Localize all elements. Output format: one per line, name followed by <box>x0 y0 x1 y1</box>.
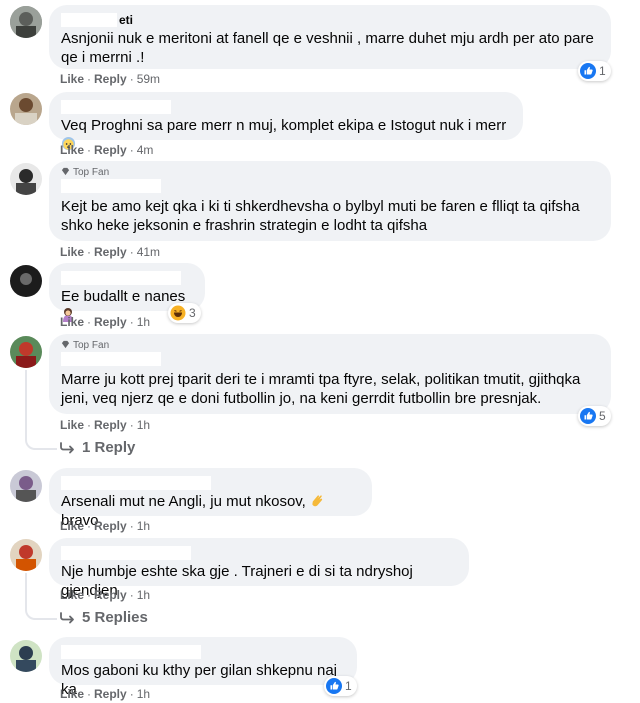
reply-button[interactable]: Reply <box>94 687 127 701</box>
comment-actions: Like · Reply · 1h <box>60 687 151 701</box>
comment-author[interactable] <box>61 546 457 560</box>
reaction-count[interactable]: 1 <box>324 676 357 696</box>
comment-author[interactable] <box>61 100 511 114</box>
like-icon <box>326 678 342 694</box>
avatar[interactable] <box>10 539 42 571</box>
comment-time[interactable]: 1h <box>137 687 150 701</box>
comment-bubble: Mos gaboni ku kthy per gilan shkepnu naj… <box>49 637 357 698</box>
like-button[interactable]: Like <box>60 143 84 157</box>
comment-time[interactable]: 1h <box>137 418 150 432</box>
reaction-count[interactable]: 5 <box>578 406 611 426</box>
comment-actions: Like · Reply · 1h <box>60 315 151 329</box>
reply-button[interactable]: Reply <box>94 72 127 86</box>
reply-button[interactable]: Reply <box>94 245 127 259</box>
like-icon <box>580 408 596 424</box>
like-button[interactable]: Like <box>60 418 84 432</box>
comment-actions: Like · Reply · 1h <box>60 519 151 533</box>
comment-author[interactable] <box>61 645 345 659</box>
comment-time[interactable]: 1h <box>137 519 150 533</box>
like-button[interactable]: Like <box>60 588 84 602</box>
comment-time[interactable]: 1h <box>137 588 150 602</box>
comment-text: Kejt be amo kejt qka i ki ti shkerdhevsh… <box>61 198 580 234</box>
comment-actions: Like · Reply · 59m <box>60 72 161 86</box>
comment-bubble: Top Fan Marre ju kott prej tparit deri t… <box>49 334 611 414</box>
comment-time[interactable]: 4m <box>137 143 154 157</box>
like-button[interactable]: Like <box>60 72 84 86</box>
like-button[interactable]: Like <box>60 687 84 701</box>
comment-actions: Like · Reply · 41m <box>60 245 161 259</box>
comment-author[interactable] <box>61 352 599 366</box>
comment-bubble: Nje humbje eshte ska gje . Trajneri e di… <box>49 538 469 599</box>
avatar[interactable] <box>10 336 42 368</box>
avatar[interactable] <box>10 470 42 502</box>
comment-time[interactable]: 1h <box>137 315 150 329</box>
haha-icon <box>170 305 186 321</box>
thread-line <box>25 573 57 620</box>
avatar[interactable] <box>10 640 42 672</box>
comment-actions: Like · Reply · 1h <box>60 588 151 602</box>
like-icon <box>580 63 596 79</box>
comment-author[interactable] <box>61 179 599 193</box>
comment-time[interactable]: 59m <box>137 72 160 86</box>
reply-button[interactable]: Reply <box>94 519 127 533</box>
comment-author[interactable]: eti <box>61 13 599 27</box>
like-button[interactable]: Like <box>60 315 84 329</box>
comment-bubble: eti Asnjonii nuk e meritoni at fanell qe… <box>49 5 611 69</box>
comment-text: Marre ju kott prej tparit deri te i mram… <box>61 371 581 407</box>
comment-actions: Like · Reply · 4m <box>60 143 154 157</box>
thread-line <box>25 370 57 450</box>
reply-button[interactable]: Reply <box>94 143 127 157</box>
comment-bubble: Veq Proghni sa pare merr n muj, komplet … <box>49 92 523 151</box>
top-fan-badge: Top Fan <box>61 340 599 352</box>
reply-arrow-icon <box>60 441 74 453</box>
like-button[interactable]: Like <box>60 245 84 259</box>
reaction-count[interactable]: 1 <box>578 61 611 81</box>
comment-author[interactable] <box>61 271 193 285</box>
view-replies-button[interactable]: 1 Reply <box>60 439 135 456</box>
diamond-icon <box>61 167 70 176</box>
diamond-icon <box>61 340 70 349</box>
view-replies-button[interactable]: 5 Replies <box>60 609 148 626</box>
reply-button[interactable]: Reply <box>94 418 127 432</box>
clapping-hands-emoji <box>312 495 323 507</box>
comment-bubble: Top Fan Kejt be amo kejt qka i ki ti shk… <box>49 161 611 241</box>
comment-author[interactable] <box>61 476 360 490</box>
comment-text: Asnjonii nuk e meritoni at fanell qe e v… <box>61 30 594 66</box>
reply-button[interactable]: Reply <box>94 315 127 329</box>
avatar[interactable] <box>10 6 42 38</box>
top-fan-badge: Top Fan <box>61 167 599 179</box>
avatar[interactable] <box>10 163 42 195</box>
comment-actions: Like · Reply · 1h <box>60 418 151 432</box>
reaction-count[interactable]: 3 <box>168 303 201 323</box>
comment-time[interactable]: 41m <box>137 245 160 259</box>
avatar[interactable] <box>10 93 42 125</box>
avatar[interactable] <box>10 265 42 297</box>
comment-bubble: Arsenali mut ne Angli, ju mut nkosov, br… <box>49 468 372 529</box>
like-button[interactable]: Like <box>60 519 84 533</box>
reply-arrow-icon <box>60 611 74 623</box>
reply-button[interactable]: Reply <box>94 588 127 602</box>
